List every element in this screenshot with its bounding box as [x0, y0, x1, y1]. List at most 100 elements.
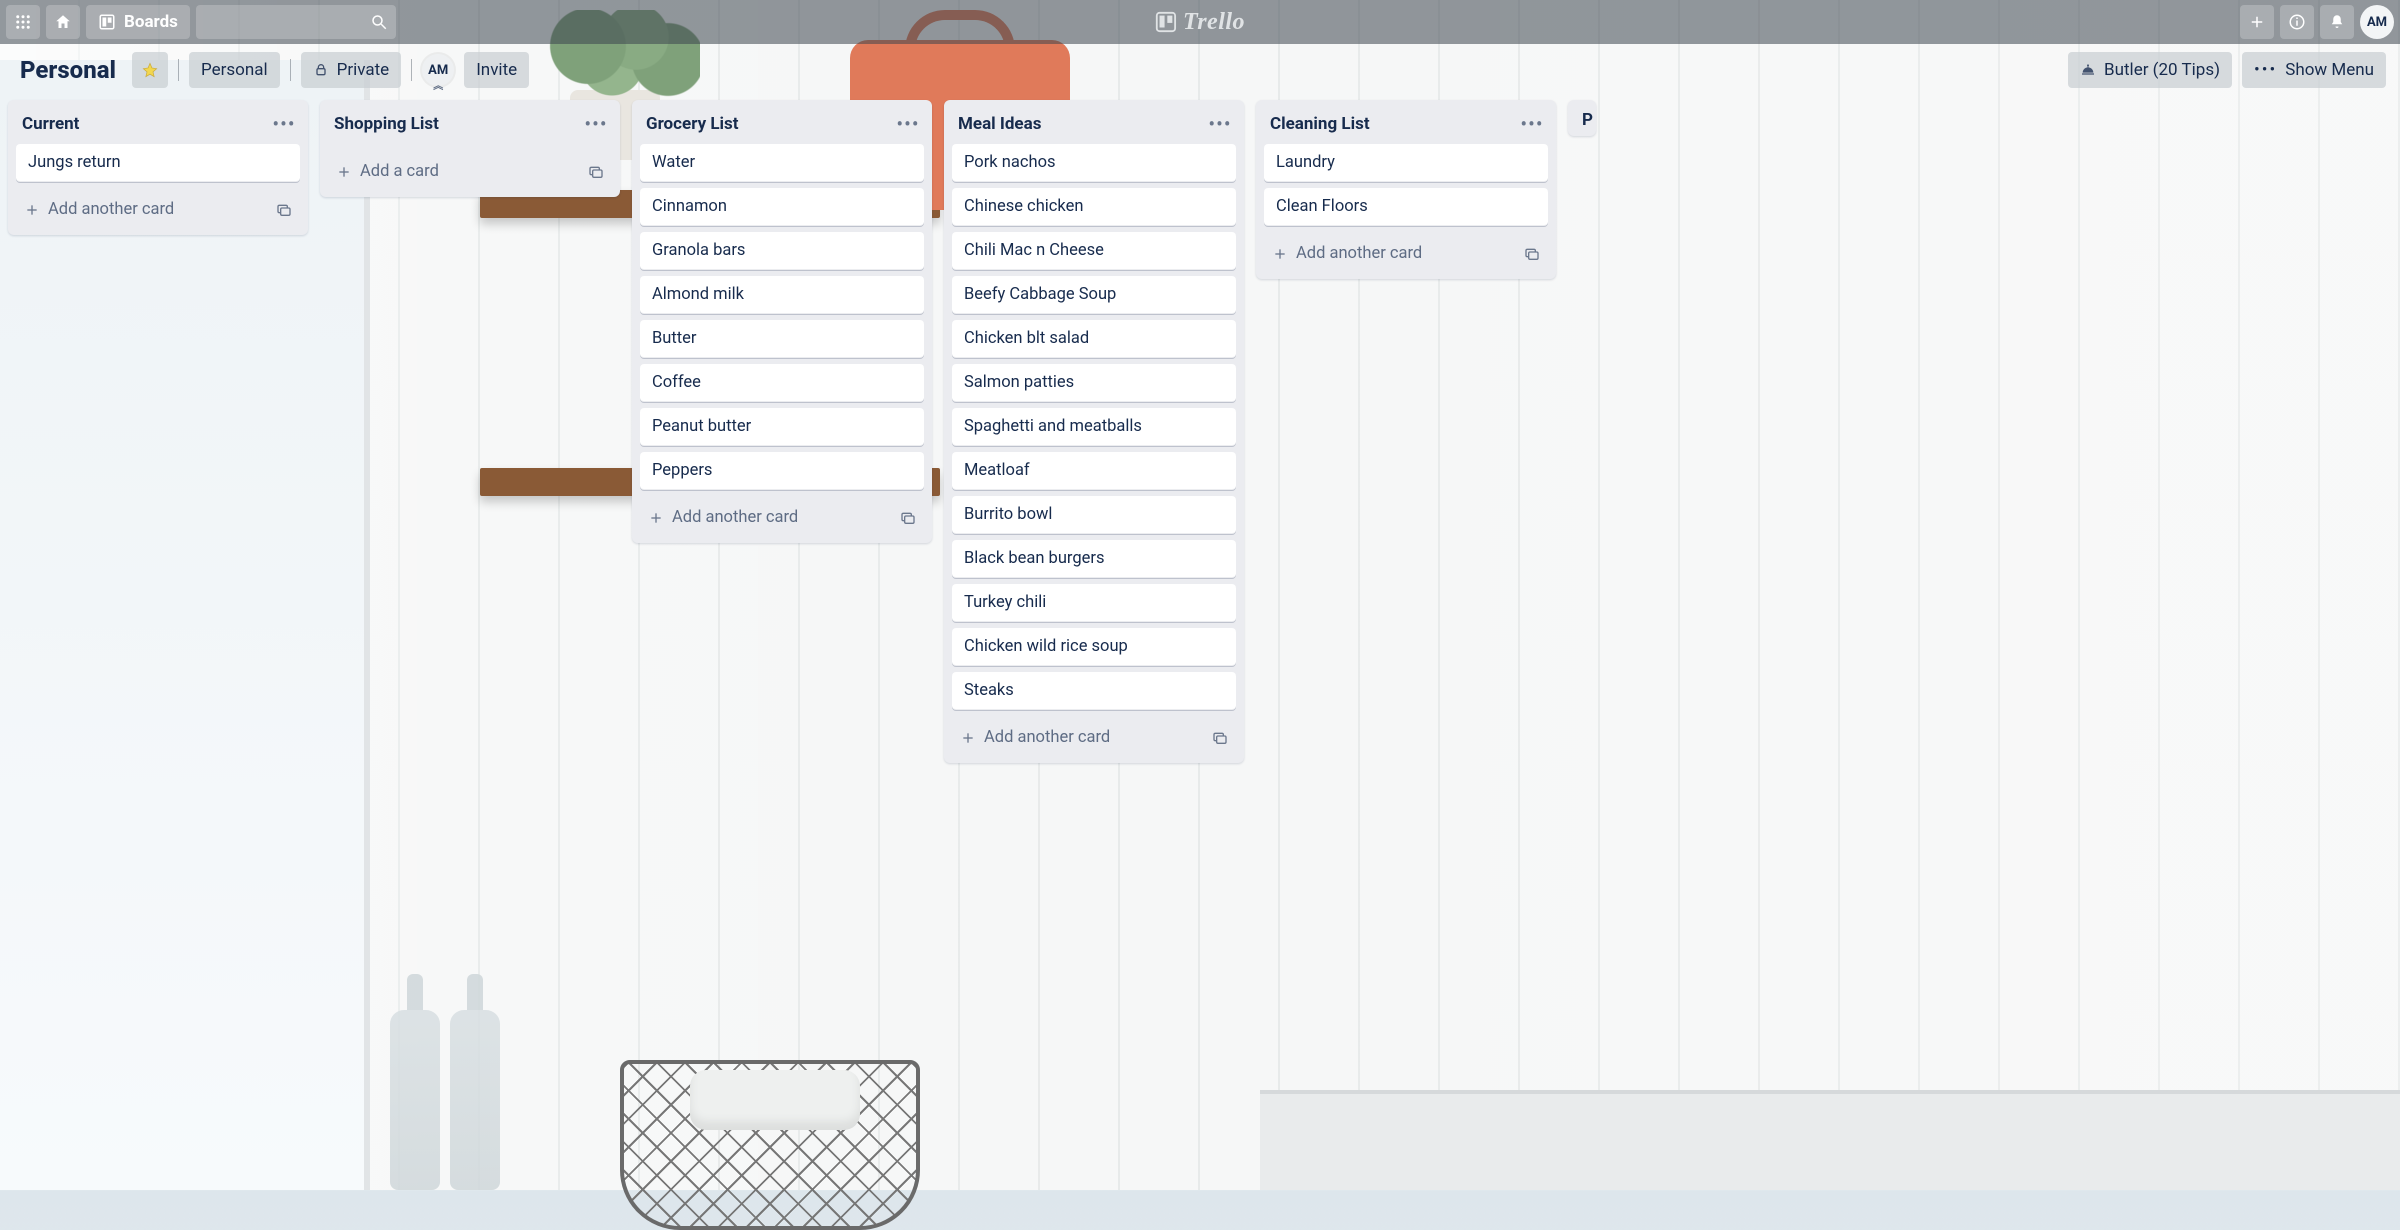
- card[interactable]: Water: [640, 144, 924, 182]
- card[interactable]: Steaks: [952, 672, 1236, 710]
- card[interactable]: Pork nachos: [952, 144, 1236, 182]
- add-another-card-button[interactable]: Add another card: [18, 194, 270, 225]
- create-from-template-button[interactable]: [582, 158, 610, 186]
- card[interactable]: Chicken wild rice soup: [952, 628, 1236, 666]
- card[interactable]: Clean Floors: [1264, 188, 1548, 226]
- team-button[interactable]: Personal: [189, 52, 280, 88]
- list-cards: Laundry Clean Floors: [1256, 144, 1556, 230]
- list-footer: Add a card: [320, 148, 620, 197]
- board-member-avatar[interactable]: AM ︽: [422, 54, 454, 86]
- list-footer: Add another card: [632, 494, 932, 543]
- card[interactable]: Meatloaf: [952, 452, 1236, 490]
- card[interactable]: Coffee: [640, 364, 924, 402]
- card[interactable]: Chili Mac n Cheese: [952, 232, 1236, 270]
- list: Current••• Jungs return Add another card: [8, 100, 308, 235]
- apps-button[interactable]: [6, 5, 40, 39]
- plus-icon: [1272, 246, 1288, 262]
- butler-label: Butler (20 Tips): [2104, 60, 2220, 80]
- visibility-button[interactable]: Private: [301, 52, 402, 88]
- list-menu-button[interactable]: •••: [582, 110, 610, 138]
- create-from-template-button[interactable]: [1206, 724, 1234, 752]
- ellipsis-icon: •••: [896, 112, 919, 136]
- card[interactable]: Granola bars: [640, 232, 924, 270]
- card[interactable]: Black bean burgers: [952, 540, 1236, 578]
- global-header: Boards Trello AM: [0, 0, 2400, 44]
- card[interactable]: Butter: [640, 320, 924, 358]
- star-board-button[interactable]: [132, 52, 168, 88]
- home-button[interactable]: [46, 5, 80, 39]
- butler-button[interactable]: Butler (20 Tips): [2068, 52, 2232, 88]
- list-footer: Add another card: [1256, 230, 1556, 279]
- trello-logo-icon: [1155, 11, 1177, 33]
- list-footer: Add another card: [8, 186, 308, 235]
- card[interactable]: Laundry: [1264, 144, 1548, 182]
- create-from-template-button[interactable]: [1518, 240, 1546, 268]
- list-menu-button[interactable]: •••: [1518, 110, 1546, 138]
- list-title[interactable]: Current: [22, 114, 270, 134]
- list-menu-button[interactable]: •••: [894, 110, 922, 138]
- boards-button-label: Boards: [124, 12, 178, 32]
- card[interactable]: Spaghetti and meatballs: [952, 408, 1236, 446]
- card[interactable]: Salmon patties: [952, 364, 1236, 402]
- board-title[interactable]: Personal: [14, 52, 122, 88]
- notifications-button[interactable]: [2320, 5, 2354, 39]
- list-title[interactable]: Cleaning List: [1270, 114, 1518, 134]
- divider: [411, 59, 412, 81]
- list-header: Grocery List•••: [632, 100, 932, 144]
- list-header: Cleaning List•••: [1256, 100, 1556, 144]
- list-title[interactable]: Shopping List: [334, 114, 582, 134]
- create-from-template-button[interactable]: [270, 196, 298, 224]
- list-header: P: [1568, 100, 1596, 136]
- card-template-icon: [1524, 246, 1540, 262]
- add-card-label: Add another card: [48, 200, 174, 219]
- list-title[interactable]: Meal Ideas: [958, 114, 1206, 134]
- add-another-card-button[interactable]: Add another card: [642, 502, 894, 533]
- add-another-card-button[interactable]: Add another card: [954, 722, 1206, 753]
- list-cards: Water Cinnamon Granola bars Almond milk Butt…: [632, 144, 932, 494]
- card[interactable]: Chicken blt salad: [952, 320, 1236, 358]
- card[interactable]: Almond milk: [640, 276, 924, 314]
- add-card-label: Add another card: [984, 728, 1110, 747]
- ellipsis-icon: •••: [584, 112, 607, 136]
- create-button[interactable]: [2240, 5, 2274, 39]
- show-menu-label: Show Menu: [2285, 60, 2374, 80]
- card[interactable]: Chinese chicken: [952, 188, 1236, 226]
- home-icon: [54, 13, 72, 31]
- trello-logo[interactable]: Trello: [1155, 9, 1245, 36]
- card[interactable]: Cinnamon: [640, 188, 924, 226]
- list-cards: Pork nachos Chinese chicken Chili Mac n Ch…: [944, 144, 1244, 714]
- divider: [178, 59, 179, 81]
- account-avatar[interactable]: AM: [2360, 5, 2394, 39]
- add-card-label: Add a card: [360, 162, 439, 181]
- card-template-icon: [900, 510, 916, 526]
- info-button[interactable]: [2280, 5, 2314, 39]
- card-template-icon: [1212, 730, 1228, 746]
- card[interactable]: Beefy Cabbage Soup: [952, 276, 1236, 314]
- card[interactable]: Peppers: [640, 452, 924, 490]
- boards-button[interactable]: Boards: [86, 5, 190, 39]
- list: Cleaning List•••LaundryClean FloorsAdd a…: [1256, 100, 1556, 279]
- list-menu-button[interactable]: •••: [270, 110, 298, 138]
- add-another-card-button[interactable]: Add another card: [1266, 238, 1518, 269]
- create-from-template-button[interactable]: [894, 504, 922, 532]
- boards-icon: [98, 13, 116, 31]
- card-template-icon: [276, 202, 292, 218]
- card[interactable]: Burrito bowl: [952, 496, 1236, 534]
- invite-button[interactable]: Invite: [464, 52, 529, 88]
- list-peek[interactable]: P: [1568, 100, 1596, 136]
- plus-icon: [960, 730, 976, 746]
- board-canvas[interactable]: Current•••Jungs returnAdd another cardSh…: [0, 96, 2400, 1190]
- card-template-icon: [588, 164, 604, 180]
- star-icon: [142, 62, 158, 78]
- list-title[interactable]: Grocery List: [646, 114, 894, 134]
- list-cards: Jungs return: [8, 144, 308, 186]
- card[interactable]: Peanut butter: [640, 408, 924, 446]
- card[interactable]: Turkey chili: [952, 584, 1236, 622]
- card[interactable]: Jungs return: [16, 144, 300, 182]
- search-field[interactable]: [196, 5, 396, 39]
- list-title[interactable]: P: [1582, 110, 1593, 130]
- add-card-button[interactable]: Add a card: [330, 156, 582, 187]
- plus-icon: [648, 510, 664, 526]
- show-menu-button[interactable]: ••• Show Menu: [2242, 52, 2386, 88]
- list-menu-button[interactable]: •••: [1206, 110, 1234, 138]
